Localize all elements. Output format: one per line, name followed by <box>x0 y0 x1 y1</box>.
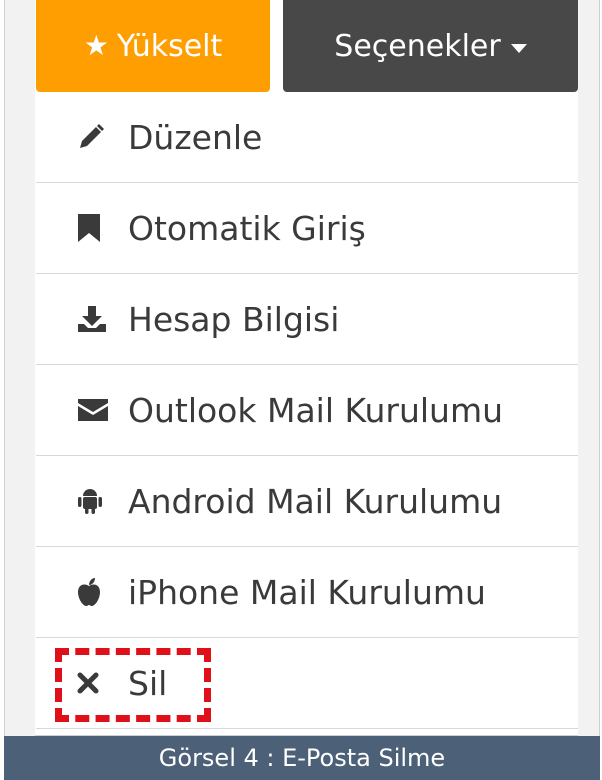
menu-item-label: iPhone Mail Kurulumu <box>128 572 486 612</box>
menu-item-delete[interactable]: Sil <box>36 638 578 729</box>
upgrade-button[interactable]: ★ Yükselt <box>36 0 270 92</box>
menu-item-label: Outlook Mail Kurulumu <box>128 390 504 430</box>
menu-item-android-setup[interactable]: Android Mail Kurulumu <box>36 456 578 547</box>
menu-item-edit[interactable]: Düzenle <box>36 92 578 183</box>
menu-item-outlook-setup[interactable]: Outlook Mail Kurulumu <box>36 365 578 456</box>
envelope-icon <box>76 397 118 423</box>
bookmark-icon <box>76 212 118 244</box>
download-icon <box>76 304 118 334</box>
android-icon <box>76 486 118 516</box>
menu-item-label: Android Mail Kurulumu <box>128 481 503 521</box>
menu-item-account-info[interactable]: Hesap Bilgisi <box>36 274 578 365</box>
upgrade-button-label: Yükselt <box>116 28 223 64</box>
menu-item-label: Düzenle <box>128 117 263 157</box>
close-icon <box>76 671 118 695</box>
right-gutter <box>578 0 599 736</box>
options-button-label: Seçenekler <box>334 28 501 64</box>
pencil-icon <box>76 122 118 152</box>
left-gutter <box>5 0 35 736</box>
caret-down-icon <box>510 43 527 53</box>
menu-item-iphone-setup[interactable]: iPhone Mail Kurulumu <box>36 547 578 638</box>
options-dropdown-menu: Düzenle Otomatik Giriş Hesap Bilgisi Out… <box>36 92 578 729</box>
caption-text: Görsel 4 : E-Posta Silme <box>158 744 446 772</box>
menu-item-label: Hesap Bilgisi <box>128 299 340 339</box>
options-dropdown-button[interactable]: Seçenekler <box>283 0 578 92</box>
apple-icon <box>76 577 118 607</box>
star-icon: ★ <box>83 29 109 62</box>
menu-item-auto-login[interactable]: Otomatik Giriş <box>36 183 578 274</box>
figure-caption: Görsel 4 : E-Posta Silme <box>4 736 600 780</box>
menu-item-label: Otomatik Giriş <box>128 208 366 248</box>
menu-item-label: Sil <box>128 663 168 703</box>
